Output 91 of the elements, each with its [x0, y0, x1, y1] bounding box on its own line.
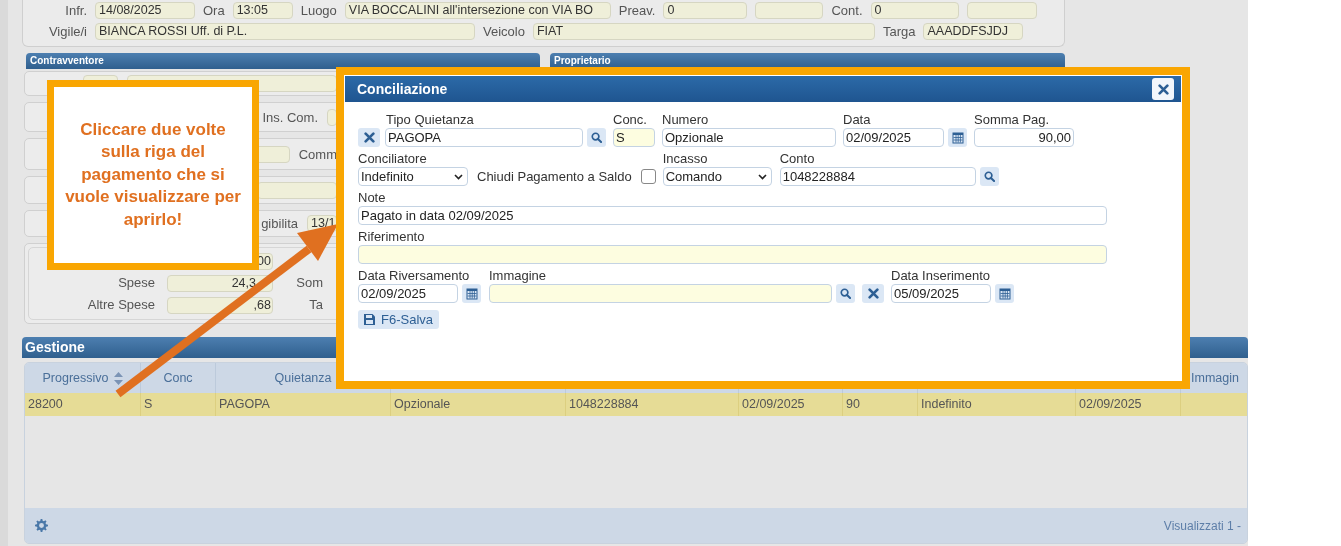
field-label: Cont.: [831, 3, 863, 18]
search-button[interactable]: [587, 128, 606, 147]
checkbox-label: Chiudi Pagamento a Saldo: [477, 169, 632, 184]
field-label: Data: [843, 112, 872, 128]
panel-header: Contravventore: [26, 53, 540, 69]
text-field[interactable]: [489, 284, 832, 303]
table-cell: 02/09/2025: [1076, 393, 1181, 416]
chevron-down-icon: [454, 173, 463, 180]
text-field[interactable]: [755, 2, 824, 19]
text-field[interactable]: [257, 181, 337, 199]
table-cell: PAGOPA: [216, 393, 391, 416]
clear-button[interactable]: [862, 284, 884, 303]
calendar-button[interactable]: [462, 284, 481, 303]
checkbox[interactable]: [640, 169, 656, 184]
search-icon: [983, 171, 995, 182]
text-field[interactable]: 0: [663, 2, 748, 19]
close-button[interactable]: [1152, 78, 1174, 100]
field-label: Targa: [882, 24, 916, 39]
text-field[interactable]: 05/09/2025: [891, 284, 991, 303]
search-button[interactable]: [836, 284, 855, 303]
field-label: Vigile/i: [47, 24, 87, 39]
pagination-text: Visualizzati 1 -: [1163, 518, 1241, 533]
field-label: gibilita: [261, 216, 298, 231]
text-field[interactable]: 90,00: [974, 128, 1074, 147]
text-field[interactable]: BIANCA ROSSI Uff. di P.L.: [95, 23, 475, 40]
table-cell: 90: [843, 393, 918, 416]
text-field[interactable]: 02/09/2025: [843, 128, 944, 147]
table-cell: Indefinito: [918, 393, 1076, 416]
search-icon: [591, 132, 602, 143]
table-cell: 02/09/2025: [739, 393, 843, 416]
text-field[interactable]: 0: [870, 2, 959, 19]
text-field[interactable]: 14/08/2025: [95, 2, 195, 19]
field-label: Incasso: [662, 151, 709, 167]
calendar-icon: [465, 287, 478, 300]
text-field[interactable]: AAADDFSJDJ: [923, 23, 1024, 40]
search-icon: [840, 288, 851, 299]
field-label: Luogo: [300, 3, 337, 18]
calendar-button[interactable]: [995, 284, 1014, 303]
table-cell: 1048228884: [566, 393, 739, 416]
search-button[interactable]: [979, 167, 999, 186]
table-cell: 28200: [25, 393, 141, 416]
field-label: Som: [295, 275, 323, 292]
field-label: Comm: [298, 146, 337, 162]
field-label: Tipo Quietanza: [385, 112, 475, 128]
table-cell: Opzionale: [391, 393, 566, 416]
field-label: Conto: [779, 151, 816, 167]
field-label: Data Inserimento: [891, 268, 991, 284]
text-field[interactable]: VIA BOCCALINI all'intersezione con VIA BO: [344, 2, 611, 19]
text-field[interactable]: 02/09/2025: [358, 284, 458, 303]
text-field[interactable]: Pagato in data 02/09/2025: [358, 206, 1107, 225]
dropdown[interactable]: Indefinito: [358, 167, 468, 186]
dialog-title: Conciliazione: [357, 81, 448, 97]
field-label: Conciliatore: [358, 151, 428, 167]
sort-icon: [113, 371, 123, 385]
close-icon: [1157, 83, 1169, 95]
save-button[interactable]: F6-Salva: [358, 310, 440, 329]
dropdown[interactable]: Comando: [662, 167, 772, 186]
field-label: Note: [358, 190, 387, 206]
field-label: Veicolo: [483, 24, 525, 39]
instruction-text: Cliccare due volte sulla riga del pagamento che si vuole visualizzare per aprirlo!: [64, 118, 242, 231]
text-field[interactable]: PAGOPA: [385, 128, 583, 147]
field-label: Preav.: [618, 3, 656, 18]
field-label: Conc.: [613, 112, 648, 128]
text-field[interactable]: FIAT: [532, 23, 875, 40]
table-row[interactable]: 28200 S PAGOPA Opzionale 1048228884 02/09/2025 90 Indefinito 02/09/2025: [25, 393, 1247, 416]
field-label: Ta: [308, 297, 323, 314]
text-field[interactable]: [358, 245, 1107, 264]
text-field[interactable]: 13:05: [232, 2, 293, 19]
calendar-icon: [998, 287, 1011, 300]
text-field[interactable]: S: [613, 128, 655, 147]
text-field[interactable]: 1048228884: [779, 167, 976, 186]
field-label: Numero: [662, 112, 710, 128]
field-label: Ora: [203, 3, 225, 18]
settings-icon[interactable]: [35, 519, 48, 532]
table-cell: S: [141, 393, 216, 416]
text-field[interactable]: [966, 2, 1037, 19]
calendar-icon: [951, 131, 964, 144]
clear-button[interactable]: [358, 128, 380, 147]
field-label: Altre Spese: [86, 297, 155, 314]
field-label: Riferimento: [358, 229, 426, 245]
field-label: Data Riversamento: [358, 268, 471, 284]
text-field[interactable]: Opzionale: [662, 128, 836, 147]
field-label: Immagine: [489, 268, 548, 284]
field-label: Infr.: [64, 3, 87, 18]
clear-icon: [363, 132, 375, 143]
field-label: Ins. Com.: [262, 109, 318, 125]
calendar-button[interactable]: [948, 128, 967, 147]
chevron-down-icon: [757, 173, 767, 180]
clear-icon: [867, 288, 879, 299]
field-label: Somma Pag.: [974, 112, 1051, 128]
field-label: Spese: [117, 275, 155, 292]
